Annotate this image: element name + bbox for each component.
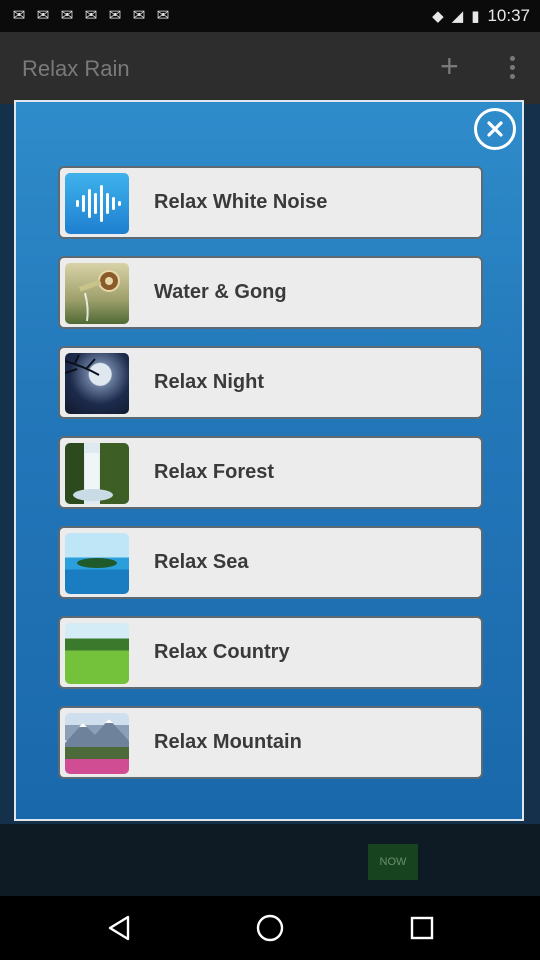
navigation-bar bbox=[0, 896, 540, 960]
clock: 10:37 bbox=[487, 6, 530, 25]
overflow-menu-icon[interactable] bbox=[500, 56, 524, 80]
ad-button: NOW bbox=[368, 844, 418, 880]
notification-icon: ✉ bbox=[12, 6, 26, 24]
notification-icon: ✉ bbox=[60, 6, 74, 24]
water-gong-thumbnail bbox=[65, 263, 129, 324]
wifi-icon: ◆ bbox=[432, 7, 444, 25]
item-label: Relax Sea bbox=[154, 551, 249, 573]
forest-thumbnail bbox=[65, 443, 129, 504]
notification-icons: ✉ ✉ ✉ ✉ ✉ ✉ ✉ bbox=[10, 6, 172, 24]
sound-picker-dialog: Relax White Noise Water & Gong Relax Nig… bbox=[14, 100, 524, 821]
mountain-thumbnail bbox=[65, 713, 129, 774]
item-label: Water & Gong bbox=[154, 281, 287, 303]
country-thumbnail bbox=[65, 623, 129, 684]
close-icon bbox=[487, 121, 503, 137]
waterfall-image bbox=[73, 453, 113, 501]
item-label: Relax Night bbox=[154, 371, 265, 393]
status-bar: ✉ ✉ ✉ ✉ ✉ ✉ ✉ ◆ ◢ ▮ 10:37 bbox=[0, 0, 540, 32]
notification-icon: ✉ bbox=[36, 6, 50, 24]
signal-icon: ◢ bbox=[451, 7, 464, 25]
item-relax-night[interactable]: Relax Night bbox=[58, 346, 483, 419]
item-relax-sea[interactable]: Relax Sea bbox=[58, 526, 483, 599]
recents-icon[interactable] bbox=[406, 912, 438, 944]
app-bar: Relax Rain + bbox=[0, 32, 540, 104]
island-image bbox=[77, 558, 117, 568]
item-label: Relax Forest bbox=[154, 461, 275, 483]
item-label: Relax Mountain bbox=[154, 731, 302, 753]
notification-icon: ✉ bbox=[132, 6, 146, 24]
item-label: Relax White Noise bbox=[154, 191, 328, 213]
battery-icon: ▮ bbox=[471, 7, 480, 25]
notification-icon: ✉ bbox=[156, 6, 170, 24]
system-icons: ◆ ◢ ▮ 10:37 bbox=[432, 6, 530, 26]
add-icon[interactable]: + bbox=[440, 50, 459, 82]
close-button[interactable] bbox=[474, 108, 516, 150]
notification-icon: ✉ bbox=[108, 6, 122, 24]
back-icon[interactable] bbox=[104, 912, 136, 944]
item-relax-country[interactable]: Relax Country bbox=[58, 616, 483, 689]
item-water-and-gong[interactable]: Water & Gong bbox=[58, 256, 483, 329]
background-ad-area bbox=[0, 824, 540, 896]
sound-wave-icon bbox=[76, 185, 121, 222]
notification-icon: ✉ bbox=[84, 6, 98, 24]
item-relax-white-noise[interactable]: Relax White Noise bbox=[58, 166, 483, 239]
item-relax-mountain[interactable]: Relax Mountain bbox=[58, 706, 483, 779]
white-noise-thumbnail bbox=[65, 173, 129, 234]
sea-thumbnail bbox=[65, 533, 129, 594]
tree-branch-image bbox=[65, 354, 100, 376]
item-label: Relax Country bbox=[154, 641, 290, 663]
mountain-image bbox=[65, 719, 129, 747]
gong-image bbox=[78, 270, 120, 322]
app-title: Relax Rain bbox=[22, 56, 130, 81]
item-relax-forest[interactable]: Relax Forest bbox=[58, 436, 483, 509]
home-icon[interactable] bbox=[254, 912, 286, 944]
night-thumbnail bbox=[65, 353, 129, 414]
